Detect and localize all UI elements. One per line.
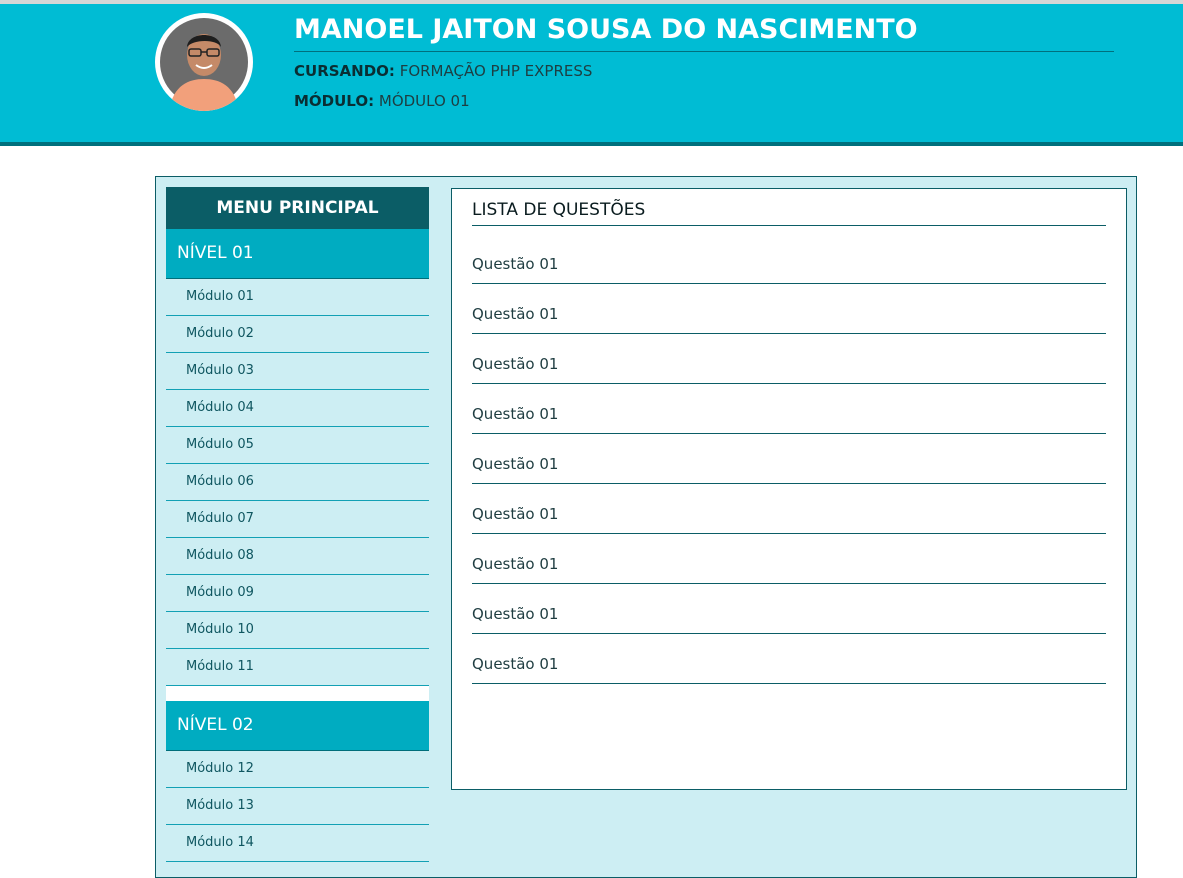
module-label: MÓDULO: [294,92,375,110]
course-label: CURSANDO: [294,62,395,80]
question-item[interactable]: Questão 01 [472,434,1106,484]
content-area: MENU PRINCIPAL NÍVEL 01 Módulo 01 Módulo… [155,176,1137,878]
question-list: Questão 01 Questão 01 Questão 01 Questão… [472,234,1106,684]
student-name: MANOEL JAITON SOUSA DO NASCIMENTO [294,12,1114,52]
sidebar-menu: MENU PRINCIPAL NÍVEL 01 Módulo 01 Módulo… [166,187,429,862]
level-header-02[interactable]: NÍVEL 02 [166,701,429,751]
question-item[interactable]: Questão 01 [472,584,1106,634]
level-header-01[interactable]: NÍVEL 01 [166,229,429,279]
profile-header: MANOEL JAITON SOUSA DO NASCIMENTO CURSAN… [0,4,1183,146]
avatar [155,13,253,111]
sidebar-item-module-12[interactable]: Módulo 12 [166,751,429,788]
course-value: FORMAÇÃO PHP EXPRESS [399,62,593,80]
menu-spacer [166,686,429,701]
sidebar-item-module-04[interactable]: Módulo 04 [166,390,429,427]
sidebar-item-module-05[interactable]: Módulo 05 [166,427,429,464]
question-item[interactable]: Questão 01 [472,384,1106,434]
sidebar-item-module-07[interactable]: Módulo 07 [166,501,429,538]
sidebar-item-module-11[interactable]: Módulo 11 [166,649,429,686]
course-info: CURSANDO: FORMAÇÃO PHP EXPRESS [294,62,592,80]
question-item[interactable]: Questão 01 [472,484,1106,534]
module-value: MÓDULO 01 [378,92,470,110]
question-item[interactable]: Questão 01 [472,284,1106,334]
question-item[interactable]: Questão 01 [472,334,1106,384]
sidebar-item-module-14[interactable]: Módulo 14 [166,825,429,862]
sidebar-item-module-01[interactable]: Módulo 01 [166,279,429,316]
module-info: MÓDULO: MÓDULO 01 [294,92,470,110]
question-item[interactable]: Questão 01 [472,634,1106,684]
questions-title: LISTA DE QUESTÕES [472,199,1106,226]
menu-title: MENU PRINCIPAL [166,187,429,229]
sidebar-item-module-02[interactable]: Módulo 02 [166,316,429,353]
question-item[interactable]: Questão 01 [472,534,1106,584]
sidebar-item-module-08[interactable]: Módulo 08 [166,538,429,575]
sidebar-item-module-09[interactable]: Módulo 09 [166,575,429,612]
avatar-photo [160,18,248,111]
sidebar-item-module-13[interactable]: Módulo 13 [166,788,429,825]
sidebar-item-module-10[interactable]: Módulo 10 [166,612,429,649]
questions-panel: LISTA DE QUESTÕES Questão 01 Questão 01 … [451,188,1127,790]
sidebar-item-module-03[interactable]: Módulo 03 [166,353,429,390]
sidebar-item-module-06[interactable]: Módulo 06 [166,464,429,501]
question-item[interactable]: Questão 01 [472,234,1106,284]
